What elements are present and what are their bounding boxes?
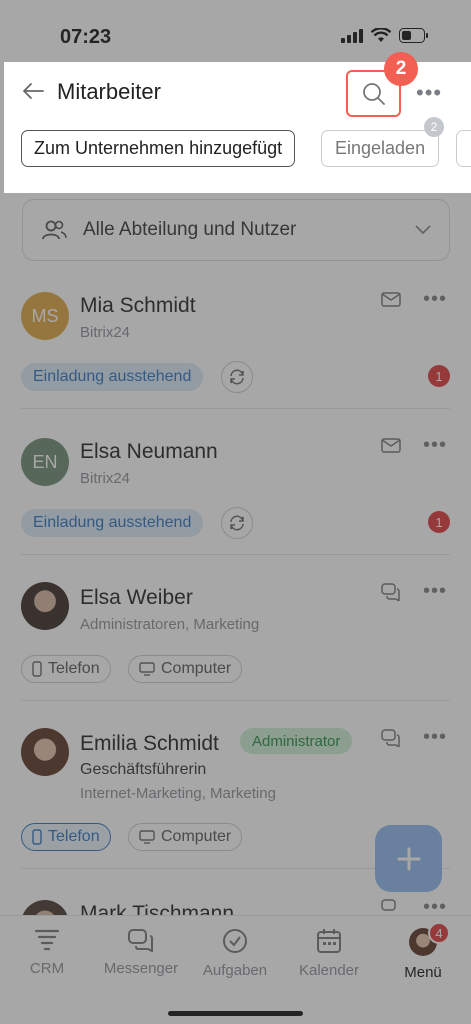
filter-more[interactable] bbox=[456, 130, 471, 167]
page-title: Mitarbeiter bbox=[57, 79, 161, 104]
filter-added-to-company[interactable]: Zum Unternehmen hinzugefügt bbox=[21, 130, 296, 167]
more-icon[interactable]: ••• bbox=[416, 80, 442, 106]
filter-count-badge: 2 bbox=[424, 117, 444, 137]
back-arrow-icon[interactable] bbox=[22, 82, 44, 100]
search-icon bbox=[362, 82, 385, 105]
step-number-badge: 2 bbox=[384, 52, 418, 86]
filter-invited[interactable]: Eingeladen bbox=[321, 130, 440, 167]
header-panel: Mitarbeiter 2 ••• Zum Unternehmen hinzug… bbox=[4, 52, 471, 193]
